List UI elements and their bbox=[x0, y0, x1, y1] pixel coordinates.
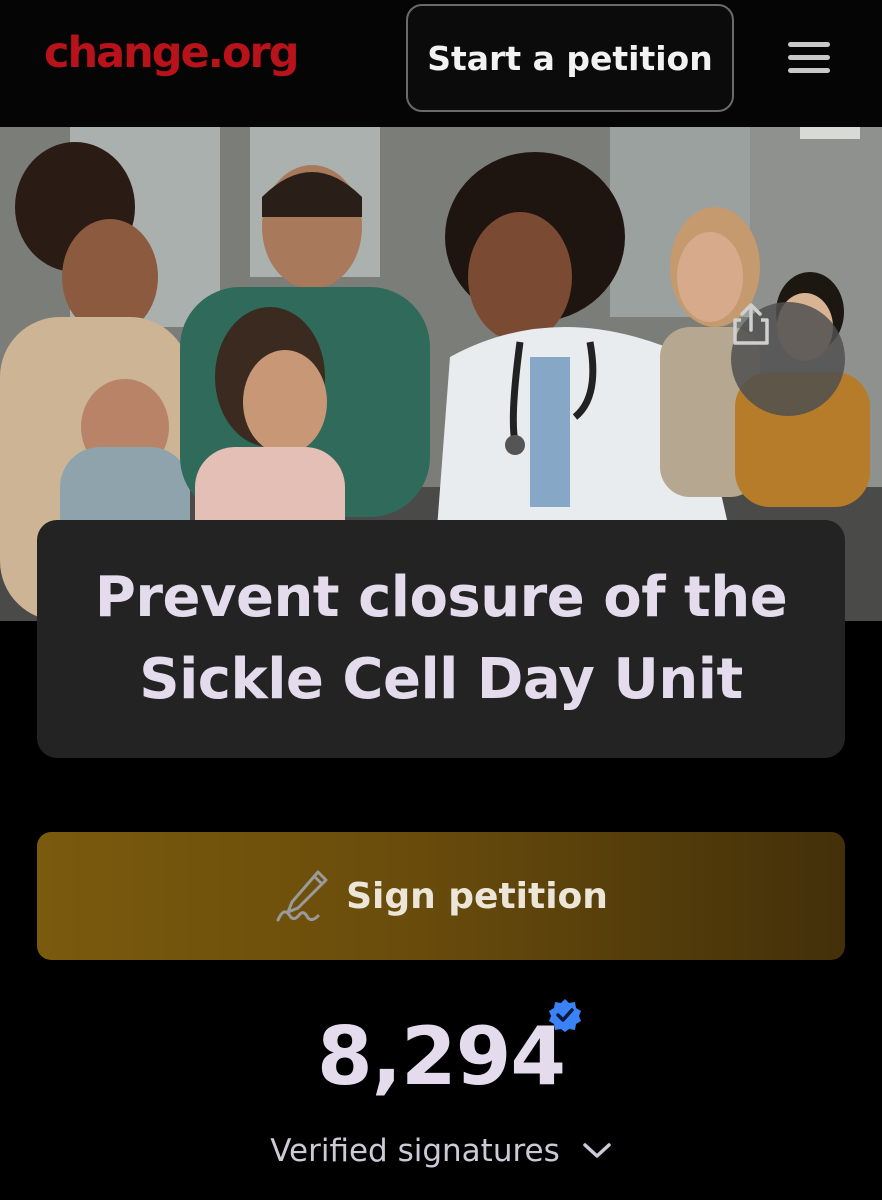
verified-signatures-label: Verified signatures bbox=[270, 1133, 560, 1169]
petition-title-card: Prevent closure of the Sickle Cell Day U… bbox=[37, 520, 845, 758]
share-button[interactable] bbox=[731, 302, 845, 416]
sign-petition-button[interactable]: Sign petition bbox=[37, 832, 845, 960]
pen-signature-icon bbox=[276, 870, 328, 922]
verified-check-icon bbox=[549, 999, 581, 1032]
share-icon bbox=[733, 303, 769, 345]
verified-signatures-toggle[interactable]: Verified signatures bbox=[0, 1133, 882, 1169]
hamburger-menu-icon[interactable] bbox=[786, 40, 832, 76]
petition-page: change.org Start a petition Prevent clos… bbox=[0, 0, 882, 1200]
sign-petition-label: Sign petition bbox=[346, 875, 608, 917]
change-org-logo[interactable]: change.org bbox=[44, 28, 300, 78]
petition-title: Prevent closure of the Sickle Cell Day U… bbox=[94, 565, 788, 712]
start-petition-button[interactable]: Start a petition bbox=[406, 4, 734, 112]
chevron-down-icon bbox=[583, 1143, 611, 1158]
signature-count: 8,294 bbox=[316, 1010, 566, 1103]
top-navigation-bar: change.org Start a petition bbox=[0, 0, 882, 127]
